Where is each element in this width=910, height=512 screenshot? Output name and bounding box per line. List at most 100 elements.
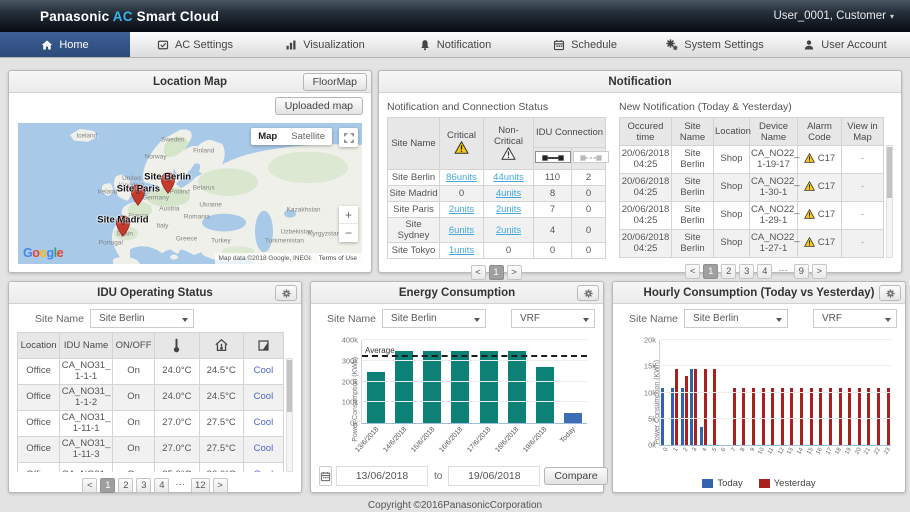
critical-units-link[interactable]: 6units: [449, 225, 474, 236]
idu-site-select[interactable]: Site Berlin: [90, 309, 194, 328]
hourly-settings-button[interactable]: [879, 285, 901, 301]
floormap-button[interactable]: FloorMap: [303, 73, 367, 91]
energy-consumption-panel: Energy Consumption Site Name Site Berlin…: [310, 281, 604, 493]
uploaded-map-button[interactable]: Uploaded map: [275, 97, 363, 115]
notification-row: 20/06/201804:25Site BerlinShopCA_NO22_1-…: [620, 146, 884, 174]
hourly-bar-today: [671, 388, 674, 445]
energy-bar: [536, 367, 554, 423]
pagination-button[interactable]: <: [471, 265, 486, 280]
status-table-pagination: <1>: [387, 265, 605, 280]
tab-notification[interactable]: Notification: [390, 32, 520, 57]
idu-row: OfficeCA_NO31_1-11-3On27.0°C27.5°CCool: [18, 437, 284, 463]
energy-site-select[interactable]: Site Berlin: [382, 309, 486, 328]
mode-link[interactable]: Cool: [254, 365, 274, 376]
tab-home[interactable]: Home: [0, 32, 130, 57]
pagination-button[interactable]: 3: [136, 478, 151, 493]
hourly-type-select[interactable]: VRF: [813, 309, 897, 328]
view-in-map-cell[interactable]: -: [842, 146, 884, 174]
non-critical-units-link[interactable]: 2units: [496, 225, 521, 236]
terms-of-use-link[interactable]: Terms of Use: [317, 255, 359, 262]
legend-item: Yesterday: [759, 478, 816, 489]
mode-link[interactable]: Cool: [254, 443, 274, 454]
pagination-button[interactable]: 4: [757, 264, 772, 279]
critical-units-link[interactable]: 86units: [446, 172, 477, 183]
gridline: [362, 360, 587, 361]
scrollbar[interactable]: [886, 145, 893, 258]
brand-suffix: Smart Cloud: [133, 9, 219, 24]
hourly-bar-today: [700, 427, 703, 445]
pagination-button[interactable]: 2: [721, 264, 736, 279]
hourly-site-value: Site Berlin: [693, 313, 739, 324]
pagination-button[interactable]: 3: [739, 264, 754, 279]
view-in-map-cell[interactable]: -: [842, 202, 884, 230]
pagination-button[interactable]: 12: [191, 478, 210, 493]
to-label: to: [432, 471, 444, 482]
map-marker-pin[interactable]: [130, 184, 146, 206]
visualization-icon: [285, 39, 297, 51]
hourly-bar-yesterday: [790, 388, 793, 445]
mode-link[interactable]: Cool: [254, 417, 274, 428]
map-marker-pin[interactable]: [115, 215, 131, 237]
map-canvas[interactable]: IcelandSwedenNorwayFinlandUnited Kingdom…: [18, 123, 362, 264]
critical-units-link[interactable]: 1units: [449, 245, 474, 256]
hourly-site-select[interactable]: Site Berlin: [684, 309, 788, 328]
fullscreen-icon[interactable]: [339, 128, 358, 147]
scrollbar[interactable]: [286, 358, 293, 472]
gridline: [660, 418, 891, 419]
pagination-button[interactable]: >: [507, 265, 522, 280]
map-type-satellite-button[interactable]: Satellite: [284, 128, 332, 145]
pagination-button[interactable]: 4: [154, 478, 169, 493]
non-critical-units-link[interactable]: 2units: [496, 204, 521, 215]
tab-system-settings[interactable]: System Settings: [650, 32, 780, 57]
pagination-button[interactable]: >: [213, 478, 228, 493]
pagination-button[interactable]: <: [82, 478, 97, 493]
new-notification-caption: New Notification (Today & Yesterday): [619, 101, 893, 113]
date-to-input[interactable]: [448, 466, 540, 486]
status-table-row: Site Sydney6units2units40: [388, 218, 606, 243]
energy-type-value: VRF: [520, 313, 540, 324]
critical-warning-icon: [454, 146, 469, 157]
pagination-button[interactable]: >: [812, 264, 827, 279]
non-critical-units-link[interactable]: 44units: [493, 172, 524, 183]
scrollbar-thumb[interactable]: [887, 147, 892, 198]
col-occured-time: Occured time: [620, 118, 672, 146]
y-axis-tick: 200k: [342, 377, 358, 386]
idu-row: OfficeCA_NO31_1-1-2On24.0°C24.5°CCool: [18, 385, 284, 411]
tab-visualization[interactable]: Visualization: [260, 32, 390, 57]
energy-controls: Site Name Site Berlin VRF: [311, 304, 603, 330]
col-site-name: Site Name: [672, 118, 714, 146]
pagination-button[interactable]: <: [685, 264, 700, 279]
view-in-map-cell[interactable]: -: [842, 174, 884, 202]
critical-units-link[interactable]: 2units: [449, 204, 474, 215]
energy-settings-button[interactable]: [577, 285, 599, 301]
calendar-icon[interactable]: [319, 466, 332, 486]
tab-ac-settings[interactable]: AC Settings: [130, 32, 260, 57]
pagination-button[interactable]: 9: [794, 264, 809, 279]
zoom-out-button[interactable]: −: [339, 224, 358, 242]
mode-link[interactable]: Cool: [254, 391, 274, 402]
map-attribution: Map data ©2018 Google, INEGI Terms of Us…: [215, 253, 362, 264]
pagination-button[interactable]: 2: [118, 478, 133, 493]
map-marker-pin[interactable]: [160, 172, 176, 194]
tab-user-account[interactable]: User Account: [780, 32, 910, 57]
idu-site-value: Site Berlin: [99, 313, 145, 324]
pagination-button[interactable]: 1: [100, 478, 115, 493]
pagination-button[interactable]: 1: [489, 265, 504, 280]
google-logo[interactable]: Google: [23, 246, 63, 260]
energy-type-select[interactable]: VRF: [511, 309, 595, 328]
scrollbar-thumb[interactable]: [287, 360, 292, 412]
date-from-input[interactable]: [336, 466, 428, 486]
compare-button[interactable]: Compare: [544, 467, 607, 485]
map-type-map-button[interactable]: Map: [251, 128, 284, 145]
mode-link[interactable]: Cool: [254, 469, 274, 472]
view-in-map-cell[interactable]: -: [842, 230, 884, 258]
tab-schedule[interactable]: Schedule: [520, 32, 650, 57]
col-view-in-map: View in Map: [842, 118, 884, 146]
user-menu[interactable]: User_0001, Customer ▾: [773, 0, 894, 32]
map-zoom-control: + −: [339, 206, 358, 242]
zoom-in-button[interactable]: +: [339, 206, 358, 224]
pagination-button[interactable]: 1: [703, 264, 718, 279]
idu-settings-button[interactable]: [275, 285, 297, 301]
non-critical-units-link[interactable]: 4units: [496, 188, 521, 199]
home-icon: [41, 39, 53, 51]
